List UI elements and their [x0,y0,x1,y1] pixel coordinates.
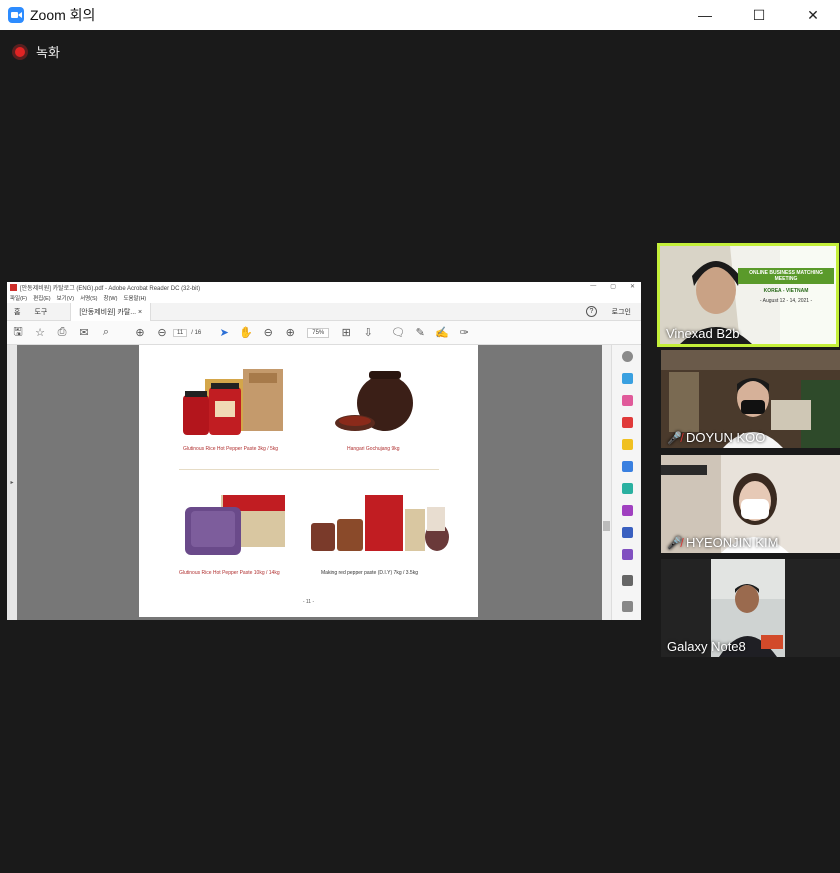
scan-icon[interactable] [622,483,633,494]
participant-name: Vinexad B2b [666,326,740,341]
tab-home[interactable]: 홈 [7,307,27,317]
menu-item[interactable]: 편집(E) [33,294,50,302]
shared-screen[interactable]: [안동제비원] 카탈로그 (ENG).pdf - Adobe Acrobat R… [7,282,641,620]
close-button[interactable]: ✕ [786,0,840,30]
product-caption: Hangari Gochujang 9kg [347,446,400,452]
banner-title: ONLINE BUSINESS MATCHING MEETING [738,268,834,284]
banner-date: - August 12 - 14, 2021 - [759,298,813,304]
zoom-in-icon[interactable]: ⊕ [279,326,301,339]
login-button[interactable]: 로그인 [612,307,631,317]
product-image-jars [183,369,283,435]
tools-pane [611,345,641,620]
acrobat-title-bar: [안동제비원] 카탈로그 (ENG).pdf - Adobe Acrobat R… [7,282,641,293]
bookmark-star-icon[interactable]: ☆ [29,326,51,339]
product-image-pot [335,371,413,431]
menu-item[interactable]: 보기(V) [57,294,74,302]
acrobat-restore-icon[interactable]: ▢ [610,283,616,290]
page-number-footer: - 11 - [302,599,315,605]
organize-pages-icon[interactable] [622,395,633,406]
next-page-icon[interactable]: ⊖ [151,326,173,339]
save-icon[interactable]: 🖫 [7,323,29,342]
product-image-bag-box [185,495,285,555]
acrobat-tabs: 홈 도구 [안동제비원] 카탈... × ? 로그인 [7,302,641,321]
comment-icon[interactable]: 🗨 [387,326,409,339]
title-bar: Zoom 회의 — ☐ ✕ [0,0,840,30]
more-tools-icon[interactable] [622,575,633,586]
product-image-diy-kit [311,495,449,551]
acrobat-toolbar: 🖫 ☆ ⎙ ✉ ⌕ ⊕ ⊖ 11 / 16 ➤ ✋ ⊖ ⊕ 75% ⊞ ⇩ 🗨 … [7,321,641,345]
document-view[interactable]: ▸ Glutinous Rice Hot Pepper Paste 3kg / … [7,345,641,620]
minimize-button[interactable]: — [678,0,732,30]
mic-muted-icon: 🎤̸ [667,430,682,445]
participant-name-text: DOYUN KOO [685,430,766,445]
menu-item[interactable]: 창(W) [104,294,118,302]
hand-tool-icon[interactable]: ✋ [235,326,257,339]
participant-tile[interactable]: 🎤̸ DOYUN KOO [661,350,840,448]
zoom-logo-icon [8,7,24,23]
recording-indicator[interactable]: 녹화 [12,42,60,61]
event-banner: ONLINE BUSINESS MATCHING MEETING KOREA -… [738,252,834,322]
vertical-scrollbar[interactable] [602,345,611,620]
participant-name-text: Galaxy Note8 [667,639,746,654]
participant-name: 🎤̸ HYEONJIN KIM [667,535,778,550]
window-title: Zoom 회의 [30,7,96,23]
prev-page-icon[interactable]: ⊕ [129,326,151,339]
product-caption: Glutinous Rice Hot Pepper Paste 3kg / 5k… [183,446,279,452]
page-total: / 16 [191,329,202,336]
participant-tile[interactable]: ONLINE BUSINESS MATCHING MEETING KOREA -… [657,243,839,347]
banner-subtitle: KOREA - VIETNAM [763,288,809,294]
tab-tools[interactable]: 도구 [27,307,54,317]
page-number-input[interactable]: 11 [173,328,188,337]
sign-icon[interactable]: ✍ [431,326,453,339]
participant-tile[interactable]: Galaxy Note8 [661,559,840,657]
participant-name-text: HYEONJIN KIM [685,535,779,550]
page-indicator: 11 / 16 [173,328,202,337]
sign-tool-icon[interactable] [622,549,633,560]
zoom-tool-icon[interactable] [622,351,633,362]
participant-tile[interactable]: 🎤̸ HYEONJIN KIM [661,455,840,553]
email-icon[interactable]: ✉ [73,326,95,339]
protect-icon[interactable] [622,527,633,538]
acrobat-minimize-icon[interactable]: — [590,283,596,290]
zoom-out-icon[interactable]: ⊖ [257,326,279,339]
menu-item[interactable]: 도움말(H) [123,294,146,302]
fit-page-icon[interactable]: ⊞ [335,326,357,339]
zoom-select[interactable]: 75% [307,327,330,338]
fill-sign-icon[interactable]: ✑ [453,326,475,339]
section-divider [179,469,439,470]
product-caption: Glutinous Rice Hot Pepper Paste 10kg / 1… [179,570,280,576]
menu-item[interactable]: 파일(F) [10,294,27,302]
fill-sign-tool-icon[interactable] [622,505,633,516]
left-panel-toggle[interactable]: ▸ [7,345,17,620]
tab-document[interactable]: [안동제비원] 카탈... × [70,302,152,321]
expand-pane-icon[interactable] [622,601,633,612]
search-icon[interactable]: ⌕ [95,326,117,339]
product-caption: Making red pepper paste (D.I.Y) 7kg / 3.… [321,570,418,576]
participant-name: 🎤̸ DOYUN KOO [667,430,765,445]
maximize-button[interactable]: ☐ [732,0,786,30]
select-cursor-icon[interactable]: ➤ [213,326,235,339]
print-icon[interactable]: ⎙ [51,326,73,339]
scrollbar-thumb[interactable] [603,521,610,531]
send-file-icon[interactable] [622,461,633,472]
edit-pdf-icon[interactable] [622,417,633,428]
highlight-pen-icon[interactable]: ✎ [409,326,431,339]
acrobat-close-icon[interactable]: ✕ [630,283,635,290]
participant-name: Galaxy Note8 [667,639,746,654]
acrobat-menu-bar: 파일(F) 편집(E) 보기(V) 서명(S) 창(W) 도움말(H) [7,293,641,303]
acrobat-title: [안동제비원] 카탈로그 (ENG).pdf - Adobe Acrobat R… [20,286,201,292]
recording-label: 녹화 [36,45,60,60]
pdf-icon [10,284,17,291]
participant-name-text: Vinexad B2b [666,326,740,341]
comment-tool-icon[interactable] [622,439,633,450]
scroll-mode-icon[interactable]: ⇩ [357,326,379,339]
menu-item[interactable]: 서명(S) [80,294,97,302]
help-icon[interactable]: ? [586,306,597,317]
pdf-page: Glutinous Rice Hot Pepper Paste 3kg / 5k… [139,345,478,617]
mic-muted-icon: 🎤̸ [667,535,682,550]
record-icon [12,43,28,60]
export-pdf-icon[interactable] [622,373,633,384]
